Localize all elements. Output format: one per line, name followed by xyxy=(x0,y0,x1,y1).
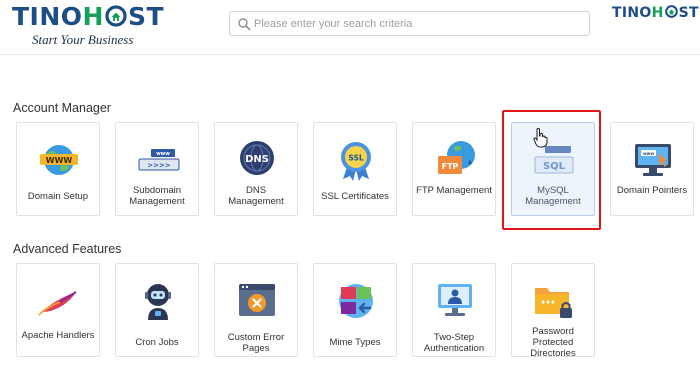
tile-mime-types[interactable]: Mime Types xyxy=(313,263,397,357)
domain-pointer-icon: www xyxy=(635,144,671,176)
logo-tagline: Start Your Business xyxy=(32,32,134,47)
tile-ssl-certificates[interactable]: SSL SSL Certificates xyxy=(313,122,397,216)
svg-text:>>>>: >>>> xyxy=(147,162,171,170)
tile-label: DNS Management xyxy=(228,185,284,207)
tile-label: Domain Pointers xyxy=(616,185,688,196)
svg-text:SSL: SSL xyxy=(348,154,363,163)
svg-text:DNS: DNS xyxy=(245,154,269,165)
tinohost-logo[interactable]: TINOH ST xyxy=(12,2,164,32)
tile-password-protected-directories[interactable]: Password Protected Directories xyxy=(511,263,595,359)
svg-text:FTP: FTP xyxy=(442,162,459,171)
tile-label: Two-Step Authentication xyxy=(423,332,485,354)
tile-two-step-authentication[interactable]: Two-Step Authentication xyxy=(412,263,496,357)
hand-cursor-icon xyxy=(533,128,548,148)
tile-label: FTP Management xyxy=(416,185,492,196)
svg-text:www: www xyxy=(156,151,170,157)
tile-label: Password Protected Directories xyxy=(530,326,576,359)
apache-feather-icon xyxy=(38,291,77,316)
search-icon xyxy=(238,18,251,31)
locked-folder-icon xyxy=(535,288,572,318)
svg-text:www: www xyxy=(643,151,654,156)
svg-text:WWW: WWW xyxy=(46,156,73,165)
tile-label: MySQL Management xyxy=(525,185,581,207)
svg-text:SQL: SQL xyxy=(543,161,566,172)
subdomain-icon: www >>>> xyxy=(138,149,180,171)
top-header: TINOHST Start Your Business TINOHST xyxy=(0,0,700,55)
www-globe-icon: WWW xyxy=(40,145,78,175)
section-title-advanced-features: Advanced Features xyxy=(13,242,122,256)
tile-custom-error-pages[interactable]: Custom Error Pages xyxy=(214,263,298,357)
tile-apache-handlers[interactable]: Apache Handlers xyxy=(16,263,100,357)
tile-domain-setup[interactable]: WWW Domain Setup xyxy=(16,122,100,216)
tile-label: Mime Types xyxy=(329,337,381,348)
dns-icon: DNS xyxy=(240,141,274,175)
two-step-auth-icon xyxy=(438,284,472,316)
robot-icon xyxy=(145,284,171,320)
house-o-small-icon xyxy=(664,5,678,18)
tile-ftp-management[interactable]: FTP FTP Management xyxy=(412,122,496,216)
search-input[interactable] xyxy=(254,14,584,33)
search-box[interactable] xyxy=(229,11,590,36)
house-o-icon xyxy=(105,5,127,27)
tile-cron-jobs[interactable]: Cron Jobs xyxy=(115,263,199,357)
tile-domain-pointers[interactable]: www Domain Pointers xyxy=(610,122,694,216)
tile-label: Custom Error Pages xyxy=(227,332,285,354)
tile-label: Apache Handlers xyxy=(21,330,95,341)
tile-label: Domain Setup xyxy=(27,191,89,202)
tile-label: SSL Certificates xyxy=(321,191,389,202)
tile-subdomain-management[interactable]: www >>>> Subdomain Management xyxy=(115,122,199,216)
section-title-account-manager: Account Manager xyxy=(13,101,111,115)
tile-label: Cron Jobs xyxy=(135,337,179,348)
ftp-icon: FTP xyxy=(438,141,475,174)
tinohost-logo-small: TINOH ST xyxy=(612,5,699,21)
ssl-badge-icon: SSL xyxy=(341,142,371,181)
tile-label: Subdomain Management xyxy=(129,185,185,207)
tile-dns-management[interactable]: DNS DNS Management xyxy=(214,122,298,216)
tile-mysql-management[interactable]: SQL MySQL Management xyxy=(511,122,595,216)
error-page-icon xyxy=(239,284,275,316)
mime-types-icon xyxy=(339,284,373,318)
